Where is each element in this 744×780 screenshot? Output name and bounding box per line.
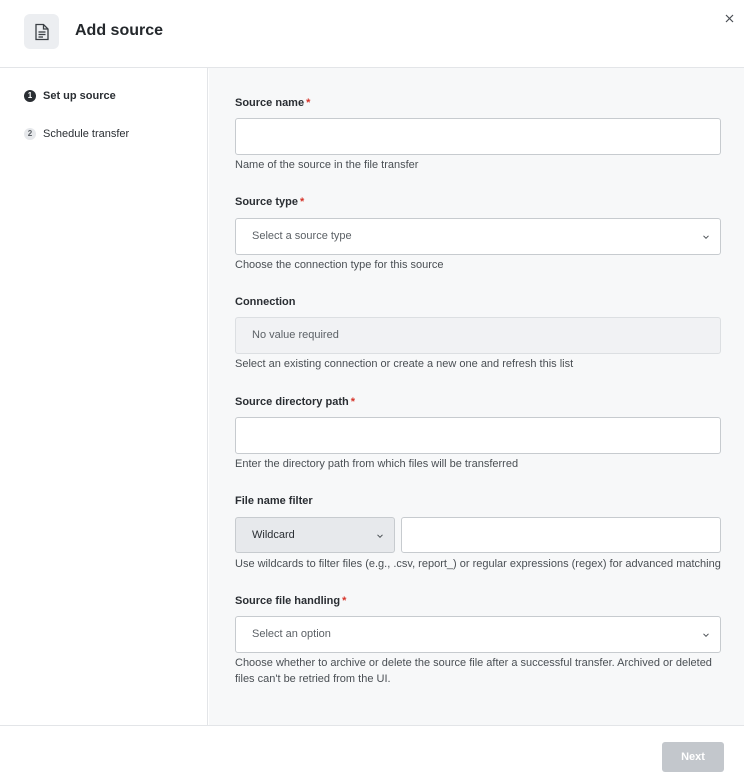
source-directory-path-label: Source directory path * [235, 396, 355, 408]
required-marker: * [306, 97, 311, 109]
file-name-filter-helper: Use wildcards to filter files (e.g., .cs… [235, 558, 721, 570]
step-label: Schedule transfer [43, 128, 130, 140]
form-panel: Source name * Name of the source in the f… [209, 68, 744, 725]
file-name-filter-label: File name filter [235, 495, 313, 507]
step-number: 2 [24, 128, 36, 140]
source-file-handling-label: Source file handling * [235, 595, 347, 607]
source-file-handling-placeholder: Select an option [252, 628, 331, 640]
source-file-handling-helper: Choose whether to archive or delete the … [235, 657, 712, 685]
source-type-select[interactable]: Select a source type [235, 218, 721, 255]
source-file-handling-select[interactable]: Select an option [235, 616, 721, 653]
file-name-filter-input[interactable] [401, 517, 721, 553]
filter-mode-value: Wildcard [252, 529, 295, 541]
chevron-down-icon [377, 534, 383, 539]
source-name-label: Source name * [235, 97, 311, 109]
source-directory-path-helper: Enter the directory path from which file… [235, 458, 519, 470]
chevron-down-icon [703, 633, 709, 638]
step-number: 1 [24, 90, 36, 102]
connection-label: Connection [235, 296, 296, 308]
next-button[interactable]: Next [662, 742, 724, 772]
steps-sidebar: 1 Set up source 2 Schedule transfer [0, 68, 208, 725]
dialog-title: Add source [75, 22, 164, 39]
connection-field: No value required [235, 317, 721, 354]
chevron-down-icon [703, 235, 709, 240]
required-marker: * [342, 595, 347, 607]
source-name-input[interactable] [235, 118, 721, 155]
filter-mode-select[interactable]: Wildcard [235, 517, 395, 553]
source-type-helper: Choose the connection type for this sour… [235, 259, 444, 271]
document-icon [24, 14, 59, 49]
step-set-up-source[interactable]: 1 Set up source [24, 90, 116, 102]
connection-helper: Select an existing connection or create … [235, 358, 574, 370]
connection-value: No value required [252, 329, 339, 341]
step-schedule-transfer[interactable]: 2 Schedule transfer [24, 128, 129, 140]
source-directory-path-input[interactable] [235, 417, 721, 454]
required-marker: * [299, 196, 305, 208]
dialog-footer: Next [0, 725, 744, 780]
source-name-helper: Name of the source in the file transfer [235, 159, 419, 171]
dialog-header: Add source [0, 0, 744, 68]
source-type-placeholder: Select a source type [252, 230, 352, 242]
close-icon[interactable] [722, 11, 736, 25]
required-marker: * [350, 396, 355, 408]
step-label: Set up source [43, 90, 116, 102]
source-type-label: Source type * [235, 196, 305, 208]
